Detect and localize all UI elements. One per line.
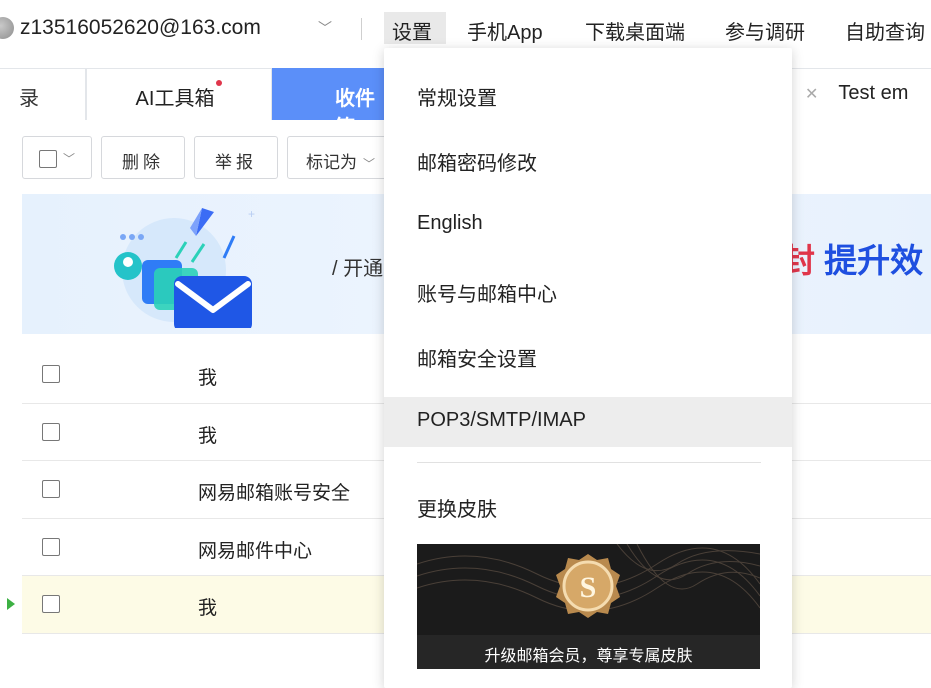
mail-illustration-icon: +: [114, 208, 255, 328]
tab-inbox[interactable]: 收件箱: [272, 68, 388, 139]
menu-pop3-smtp-imap[interactable]: POP3/SMTP/IMAP: [384, 397, 792, 447]
mail-sender: 我: [198, 598, 218, 619]
chevron-down-icon[interactable]: ﹀: [63, 152, 75, 166]
tab-label: AI工具箱: [135, 88, 215, 110]
report-button[interactable]: 举报: [194, 136, 278, 179]
menu-change-password[interactable]: 邮箱密码修改: [384, 135, 792, 185]
skin-promo-caption: 升级邮箱会员，尊享专属皮肤: [417, 635, 760, 669]
account-avatar[interactable]: [0, 17, 14, 39]
settings-dropdown-menu: 常规设置 邮箱密码修改 English 账号与邮箱中心 邮箱安全设置 POP3/…: [384, 48, 792, 688]
tab-test-email[interactable]: ✕ Test em: [790, 68, 931, 120]
select-all-checkbox[interactable]: [38, 149, 57, 168]
menu-account-center[interactable]: 账号与邮箱中心: [384, 266, 792, 316]
nav-divider: [361, 18, 362, 40]
close-icon[interactable]: ✕: [805, 86, 818, 103]
skin-promo-card[interactable]: S 升级邮箱会员，尊享专属皮肤: [417, 544, 760, 669]
menu-change-skin[interactable]: 更换皮肤: [384, 481, 792, 531]
menu-english[interactable]: English: [384, 200, 792, 250]
mail-sender: 网易邮箱账号安全: [198, 483, 351, 504]
banner-text: / 开通: [332, 258, 384, 280]
mail-sender: 我: [198, 425, 218, 447]
banner-headline: 封 提升效: [782, 234, 923, 282]
chevron-down-icon[interactable]: ﹀: [318, 18, 332, 38]
row-checkbox[interactable]: [42, 480, 60, 498]
row-checkbox[interactable]: [42, 365, 60, 383]
nav-survey[interactable]: 参与调研: [725, 16, 805, 45]
menu-general-settings[interactable]: 常规设置: [384, 70, 792, 120]
notification-dot: [216, 80, 223, 86]
row-checkbox[interactable]: [42, 595, 60, 613]
chevron-down-icon: ﹀: [363, 157, 376, 172]
menu-security-settings[interactable]: 邮箱安全设置: [384, 331, 792, 381]
row-checkbox[interactable]: [42, 537, 60, 556]
tab-ai-tools[interactable]: AI工具箱: [86, 68, 272, 120]
current-row-arrow-icon: [7, 598, 15, 610]
mail-sender: 我: [198, 368, 218, 389]
svg-text:S: S: [580, 571, 597, 604]
nav-self-service[interactable]: 自助查询: [845, 16, 925, 45]
tab-previous[interactable]: 录: [0, 68, 86, 120]
account-email[interactable]: z13516052620@163.com: [20, 16, 261, 40]
nav-mobile-app[interactable]: 手机App: [467, 16, 543, 45]
svg-text:+: +: [248, 208, 255, 221]
tab-label: 收件箱: [335, 88, 375, 139]
tab-label: 录: [19, 88, 39, 110]
row-checkbox[interactable]: [42, 422, 60, 441]
banner-accent-blue: 提升效: [824, 242, 924, 279]
tab-label: Test em: [838, 82, 909, 104]
nav-download-desktop[interactable]: 下载桌面端: [585, 16, 685, 45]
delete-button[interactable]: 删除: [101, 136, 185, 179]
mark-as-label: 标记为: [306, 153, 357, 172]
mark-as-dropdown[interactable]: 标记为 ﹀: [287, 136, 397, 179]
mail-sender: 网易邮件中心: [198, 540, 313, 562]
select-all-dropdown[interactable]: ﹀: [22, 136, 92, 179]
menu-divider: [417, 462, 761, 463]
nav-settings[interactable]: 设置: [384, 12, 446, 44]
